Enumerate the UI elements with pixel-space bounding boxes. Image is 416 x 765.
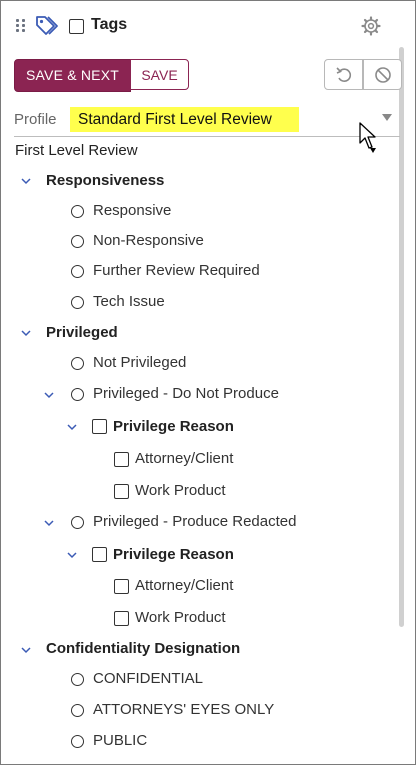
- checkbox-attorney-client[interactable]: [114, 579, 129, 594]
- option-not-privileged[interactable]: Not Privileged: [93, 354, 186, 371]
- option-work-product[interactable]: Work Product: [135, 609, 226, 626]
- panel-title: Tags: [91, 16, 128, 33]
- radio-not-privileged[interactable]: [71, 357, 84, 370]
- radio-non-responsive[interactable]: [71, 235, 84, 248]
- option-attorneys-eyes-only[interactable]: ATTORNEYS' EYES ONLY: [93, 701, 274, 718]
- option-public[interactable]: PUBLIC: [93, 732, 147, 749]
- group-privilege-reason[interactable]: Privilege Reason: [113, 418, 234, 435]
- option-work-product[interactable]: Work Product: [135, 482, 226, 499]
- group-confidentiality[interactable]: Confidentiality Designation: [46, 640, 240, 657]
- radio-further-review[interactable]: [71, 265, 84, 278]
- tags-panel: Tags SAVE & NEXT SAVE Profile Standard F…: [0, 0, 416, 765]
- profile-divider: [14, 136, 400, 137]
- undo-button[interactable]: [324, 59, 363, 90]
- scrollbar[interactable]: [399, 47, 404, 627]
- checkbox-work-product[interactable]: [114, 484, 129, 499]
- radio-attorneys-eyes-only[interactable]: [71, 704, 84, 717]
- group-privileged[interactable]: Privileged: [46, 324, 118, 341]
- block-icon: [375, 67, 391, 83]
- option-produce-redacted[interactable]: Privileged - Produce Redacted: [93, 513, 296, 530]
- chevron-down-icon[interactable]: [20, 327, 32, 339]
- group-responsiveness[interactable]: Responsiveness: [46, 172, 164, 189]
- gear-icon[interactable]: [361, 16, 381, 36]
- undo-icon: [336, 67, 352, 82]
- dropdown-arrow-icon[interactable]: [382, 114, 392, 121]
- option-responsive[interactable]: Responsive: [93, 202, 171, 219]
- select-all-checkbox[interactable]: [69, 19, 84, 34]
- checkbox-privilege-reason[interactable]: [92, 547, 107, 562]
- option-confidential[interactable]: CONFIDENTIAL: [93, 670, 203, 687]
- chevron-down-icon[interactable]: [20, 644, 32, 656]
- option-do-not-produce[interactable]: Privileged - Do Not Produce: [93, 385, 279, 402]
- profile-select[interactable]: Standard First Level Review: [70, 107, 299, 132]
- chevron-down-icon[interactable]: [20, 175, 32, 187]
- option-attorney-client[interactable]: Attorney/Client: [135, 450, 233, 467]
- radio-responsive[interactable]: [71, 205, 84, 218]
- option-further-review[interactable]: Further Review Required: [93, 262, 260, 279]
- drag-handle-icon[interactable]: [16, 19, 28, 33]
- option-attorney-client[interactable]: Attorney/Client: [135, 577, 233, 594]
- chevron-down-icon[interactable]: [43, 389, 55, 401]
- checkbox-attorney-client[interactable]: [114, 452, 129, 467]
- tag-icon: [36, 16, 58, 35]
- radio-public[interactable]: [71, 735, 84, 748]
- radio-produce-redacted[interactable]: [71, 516, 84, 529]
- chevron-down-icon[interactable]: [43, 517, 55, 529]
- mouse-cursor-icon: [359, 122, 376, 153]
- option-tech-issue[interactable]: Tech Issue: [93, 293, 165, 310]
- radio-confidential[interactable]: [71, 673, 84, 686]
- tree-title: First Level Review: [15, 142, 138, 159]
- panel-header: Tags: [1, 1, 415, 51]
- chevron-down-icon[interactable]: [66, 549, 78, 561]
- save-button[interactable]: SAVE: [130, 59, 189, 90]
- option-non-responsive[interactable]: Non-Responsive: [93, 232, 204, 249]
- checkbox-privilege-reason[interactable]: [92, 419, 107, 434]
- group-privilege-reason[interactable]: Privilege Reason: [113, 546, 234, 563]
- profile-label: Profile: [14, 111, 57, 128]
- clear-button[interactable]: [363, 59, 402, 90]
- checkbox-work-product[interactable]: [114, 611, 129, 626]
- save-and-next-button[interactable]: SAVE & NEXT: [14, 59, 131, 92]
- radio-tech-issue[interactable]: [71, 296, 84, 309]
- chevron-down-icon[interactable]: [66, 421, 78, 433]
- radio-do-not-produce[interactable]: [71, 388, 84, 401]
